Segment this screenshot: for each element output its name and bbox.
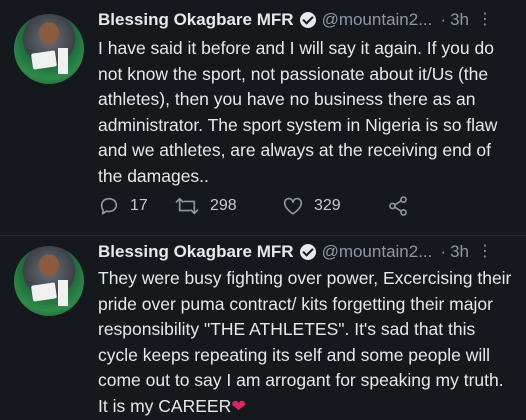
- separator-dot: ·: [440, 242, 447, 261]
- tweet-header: Blessing Okagbare MFR @mountain2... · 3h…: [98, 6, 518, 34]
- tweet-1[interactable]: Blessing Okagbare MFR @mountain2... · 3h…: [0, 0, 526, 236]
- retweet-count: 298: [210, 197, 237, 214]
- tweet-header: Blessing Okagbare MFR @mountain2... · 3h…: [98, 238, 518, 266]
- verified-badge-icon: [299, 244, 316, 260]
- display-name[interactable]: Blessing Okagbare MFR: [98, 242, 294, 262]
- tweet-text: I have said it before and I will say it …: [98, 38, 498, 186]
- avatar-bib: [31, 282, 57, 302]
- timestamp[interactable]: 3h: [450, 242, 469, 262]
- reply-icon: [100, 197, 118, 215]
- timestamp[interactable]: 3h: [450, 10, 469, 30]
- reply-button[interactable]: 17: [98, 195, 174, 217]
- tweet-text-container: They were busy fighting over power, Exce…: [98, 266, 518, 419]
- retweet-button[interactable]: 298: [174, 195, 282, 217]
- separator-dot: ·: [440, 10, 447, 29]
- more-options-icon[interactable]: ⋮: [477, 12, 493, 28]
- share-icon: [389, 196, 407, 216]
- tweet-text: They were busy fighting over power, Exce…: [98, 268, 512, 416]
- more-options-icon[interactable]: ⋮: [477, 244, 493, 260]
- user-handle[interactable]: @mountain2...: [322, 242, 433, 262]
- share-button[interactable]: [386, 195, 410, 217]
- like-count: 329: [314, 197, 341, 214]
- avatar-stripe: [58, 48, 68, 74]
- user-handle[interactable]: @mountain2...: [322, 10, 433, 30]
- display-name[interactable]: Blessing Okagbare MFR: [98, 10, 294, 30]
- avatar-head: [39, 22, 59, 44]
- like-icon: [283, 197, 303, 215]
- avatar-head: [39, 254, 59, 276]
- red-heart-emoji: ❤: [231, 395, 246, 416]
- like-button[interactable]: 329: [282, 195, 386, 217]
- avatar[interactable]: [14, 246, 84, 316]
- reply-count: 17: [130, 197, 148, 214]
- avatar-bib: [31, 50, 57, 70]
- tweet-actions: 17 298 329: [98, 190, 518, 222]
- avatar[interactable]: [14, 14, 84, 84]
- verified-badge-icon: [299, 12, 316, 28]
- retweet-icon: [175, 197, 199, 215]
- avatar-stripe: [58, 280, 68, 306]
- tweet-2[interactable]: Blessing Okagbare MFR @mountain2... · 3h…: [0, 236, 526, 420]
